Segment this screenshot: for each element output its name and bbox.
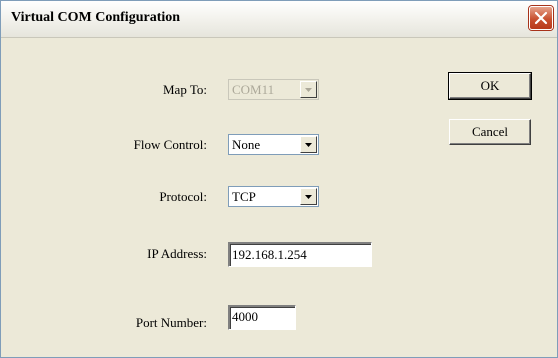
close-button[interactable] bbox=[529, 6, 553, 30]
ip-address-value: 192.168.1.254 bbox=[232, 247, 307, 262]
map-to-dropdown-button bbox=[300, 81, 317, 98]
dialog-window: Virtual COM Configuration Map To: COM11 … bbox=[0, 0, 558, 358]
map-to-label: Map To: bbox=[163, 82, 207, 97]
protocol-label: Protocol: bbox=[159, 189, 207, 204]
port-number-value: 4000 bbox=[232, 309, 258, 324]
ip-address-input[interactable]: 192.168.1.254 bbox=[228, 242, 372, 267]
chevron-down-icon bbox=[305, 143, 312, 147]
protocol-value: TCP bbox=[232, 189, 256, 204]
port-number-input[interactable]: 4000 bbox=[228, 305, 296, 330]
flow-control-label: Flow Control: bbox=[133, 137, 207, 152]
ok-button[interactable]: OK bbox=[448, 72, 532, 100]
protocol-select[interactable]: TCP bbox=[228, 186, 319, 207]
flow-control-select[interactable]: None bbox=[228, 134, 319, 155]
chevron-down-icon bbox=[305, 88, 312, 92]
chevron-down-icon bbox=[305, 195, 312, 199]
port-number-label: Port Number: bbox=[135, 315, 207, 330]
flow-control-dropdown-button[interactable] bbox=[300, 136, 317, 153]
title-bar[interactable]: Virtual COM Configuration bbox=[1, 1, 557, 38]
close-icon bbox=[534, 11, 548, 25]
cancel-button[interactable]: Cancel bbox=[449, 119, 531, 145]
map-to-value: COM11 bbox=[232, 82, 275, 97]
window-title: Virtual COM Configuration bbox=[11, 10, 181, 25]
dialog-body: Map To: COM11 Flow Control: None Protoco… bbox=[1, 38, 557, 357]
protocol-dropdown-button[interactable] bbox=[300, 188, 317, 205]
ip-address-label: IP Address: bbox=[147, 246, 207, 261]
map-to-select: COM11 bbox=[228, 79, 319, 100]
flow-control-value: None bbox=[232, 137, 261, 152]
